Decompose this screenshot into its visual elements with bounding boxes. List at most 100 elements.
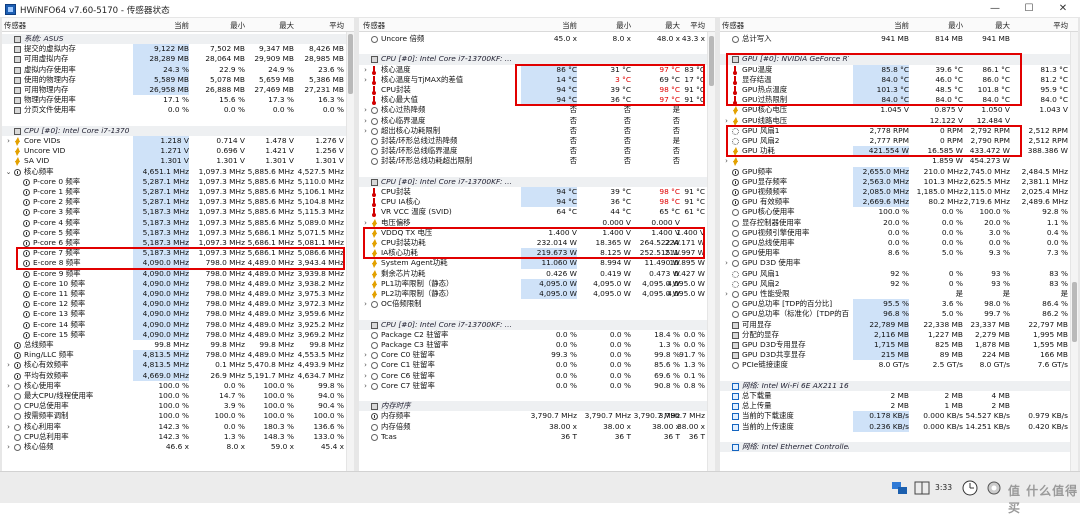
sensor-row[interactable]: GPU 功耗 421.554 W 16.585 W 433.472 W 388.386 … [720,146,1078,157]
expand-chevron-icon[interactable]: › [723,259,730,267]
header-max[interactable]: 最大 [995,20,1010,31]
settings-gear-icon[interactable] [984,479,1004,497]
sensor-row[interactable]: › 核心临界温度 否 否 否 [359,116,715,126]
sensor-row[interactable]: GPU总功率（标准化）[TDP的百分... 96.8 % 5.0 % 99.7 % 86… [720,309,1078,320]
sensor-row[interactable]: 使用的物理内存 5,589 MB 5,078 MB 5,659 MB 5,386 MB [2,74,354,85]
sensor-row[interactable]: E-core 10 频率 4,090.0 MHz 798.0 MHz 4,489.0 … [2,278,354,289]
sensor-row[interactable]: IA核心功耗 219.673 W 8.125 W 252.515 W 211.997 W [359,248,715,259]
sensor-row[interactable]: E-core 12 频率 4,090.0 MHz 798.0 MHz 4,489.0 … [2,299,354,310]
sensor-row[interactable]: E-core 8 频率 4,090.0 MHz 798.0 MHz 4,489.0 M… [2,258,354,269]
header-max[interactable]: 最大 [665,20,680,31]
sensor-row[interactable]: GPU温度 85.8 °C 39.6 °C 86.1 °C 81.3 °C [720,64,1078,75]
sensor-row[interactable]: 可用虚拟内存 28,289 MB 28,064 MB 29,909 MB 28,985 … [2,54,354,65]
sensor-row[interactable]: GPU 风扇2 92 % 0 % 93 % 83 % [720,279,1078,289]
sensor-row[interactable]: › Core C1 驻留率 0.0 % 0.0 % 85.6 % 1.3 % [359,360,715,370]
sensor-row[interactable]: GPU视频频率 2,085.0 MHz 1,185.0 MHz 2,115.0 MHz… [720,187,1078,198]
sensor-row[interactable]: PCIe链接速度 8.0 GT/s 2.5 GT/s 8.0 GT/s 7.6 GT/s [720,360,1078,370]
expand-chevron-icon[interactable]: › [362,351,369,359]
sensor-row[interactable]: 封装/环形总线过热降频 否 否 是 [359,136,715,146]
sensor-row[interactable]: › 核心温度与TjMAX的差值 14 °C 3 °C 69 °C 17 °C [359,74,715,85]
expand-chevron-icon[interactable]: › [362,106,369,114]
expand-chevron-icon[interactable]: › [5,382,12,390]
sensor-row[interactable]: PL1功率限制（静态） 4,095.0 W 4,095.0 W 4,095.0 W 4,… [359,278,715,289]
header-avg[interactable]: 平均 [1053,20,1068,31]
expand-chevron-icon[interactable]: › [362,117,369,125]
sensor-row[interactable]: GPU 风扇1 2,778 RPM 0 RPM 2,792 RPM 2,512 RPM [720,126,1078,136]
sensor-row[interactable]: VDDQ TX 电压 1.400 V 1.400 V 1.400 V 1.400 V [359,228,715,238]
sensor-row[interactable]: Package C3 驻留率 0.0 % 0.0 % 1.3 % 0.0 % [359,340,715,350]
sensor-row[interactable]: GPU 有效频率 2,669.6 MHz 80.2 MHz 2,719.6 MHz 2,… [720,197,1078,208]
sensor-row[interactable]: CPU封装 94 °C 39 °C 98 °C 91 °C [359,85,715,96]
header-avg[interactable]: 平均 [329,20,344,31]
layout-icon[interactable] [912,479,932,497]
sensor-row[interactable]: 剩余芯片功耗 0.426 W 0.419 W 0.473 W 0.427 W [359,269,715,279]
sensor-row[interactable]: › 核心使用率 100.0 % 0.0 % 100.0 % 99.8 % [2,381,354,391]
sensor-row[interactable]: › Core C0 驻留率 99.3 % 0.0 % 99.8 % 91.7 % [359,350,715,360]
sensor-group-header[interactable]: CPU [#0]: Intel Core i7-13700KF: ... [359,319,715,330]
expand-chevron-icon[interactable]: › [5,137,12,145]
sensor-row[interactable]: › 核心倍频 46.6 x 8.0 x 59.0 x 45.4 x [2,442,354,452]
sensor-row[interactable]: GPU核心使用率 100.0 % 0.0 % 100.0 % 92.8 % [720,207,1078,217]
vertical-scrollbar[interactable] [707,32,715,471]
sensor-row[interactable]: 物理内存使用率 17.1 % 15.6 % 17.3 % 16.3 % [2,95,354,105]
header-sensor[interactable]: 传感器 [363,20,385,31]
scrollbar-thumb[interactable] [348,34,353,94]
sensor-row[interactable]: 总线频率 99.8 MHz 99.8 MHz 99.8 MHz 99.8 MHz [2,340,354,350]
sensor-row[interactable]: P-core 1 频率 5,287.1 MHz 1,097.3 MHz 5,885.6… [2,187,354,198]
expand-chevron-icon[interactable]: › [723,157,730,165]
expand-chevron-icon[interactable]: › [362,382,369,390]
sensor-row[interactable]: GPU D3D专用显存 1,715 MB 825 MB 1,878 MB 1,595 M… [720,340,1078,351]
sensor-row[interactable]: 最大CPU/线程使用率 100.0 % 14.7 % 100.0 % 94.0 % [2,391,354,401]
sensor-row[interactable]: 虚拟内存使用率 24.3 % 22.9 % 24.9 % 23.6 % [2,64,354,75]
expand-chevron-icon[interactable]: › [5,443,12,451]
sensor-row[interactable]: P-core 4 频率 5,187.3 MHz 1,097.3 MHz 5,885.6… [2,217,354,228]
expand-chevron-icon[interactable]: › [5,361,12,369]
sensor-row[interactable]: Package C2 驻留率 0.0 % 0.0 % 18.4 % 0.0 % [359,330,715,340]
sensor-row[interactable]: › GPU 性能受限 是 是 是 [720,289,1078,299]
collapse-chevron-icon[interactable]: ⌄ [5,168,12,176]
sensor-group-header[interactable]: CPU [#0]: Intel Core i7-13700KF: ... [359,54,715,65]
header-current[interactable]: 当前 [174,20,189,31]
header-sensor[interactable]: 传感器 [722,20,744,31]
sensor-row[interactable]: P-core 6 频率 5,187.3 MHz 1,097.3 MHz 5,686.1… [2,238,354,249]
sensor-row[interactable]: P-core 7 频率 5,187.3 MHz 1,097.3 MHz 5,686.1… [2,248,354,259]
sensor-row[interactable]: P-core 3 频率 5,187.3 MHz 1,097.3 MHz 5,885.6… [2,207,354,218]
sensor-row[interactable]: 核心最大值 94 °C 36 °C 97 °C 91 °C [359,95,715,106]
expand-chevron-icon[interactable]: › [723,117,730,125]
header-min[interactable]: 最小 [948,20,963,31]
sensor-row[interactable]: Ring/LLC 频率 4,813.5 MHz 798.0 MHz 4,489.0 M… [2,350,354,361]
sensor-row[interactable]: 分页文件使用率 0.0 % 0.0 % 0.0 % 0.0 % [2,105,354,115]
sensor-row[interactable]: CPU总利用率 142.3 % 1.3 % 148.3 % 133.0 % [2,432,354,442]
sensor-row[interactable]: System Agent功耗 11.060 W 8.994 W 11.490 W 10.… [359,258,715,269]
sensor-row[interactable]: › Core C6 驻留率 0.0 % 0.0 % 69.6 % 0.1 % [359,371,715,381]
sensor-row[interactable]: 平均有效频率 4,669.0 MHz 26.9 MHz 5,191.7 MHz 4,63… [2,370,354,381]
sensor-row[interactable]: VR VCC 温度 (SVID) 64 °C 44 °C 65 °C 61 °C [359,207,715,218]
expand-chevron-icon[interactable]: › [723,290,730,298]
sensor-group-header[interactable]: 内存时序 [359,401,715,412]
header-avg[interactable]: 平均 [690,20,705,31]
sensor-row[interactable]: 显存结温 84.0 °C 46.0 °C 86.0 °C 81.2 °C [720,74,1078,85]
sensor-row[interactable]: › OC倍频限制 [359,299,715,309]
sensor-row[interactable]: GPU显存频率 2,563.0 MHz 101.3 MHz 2,625.5 MHz 2,… [720,176,1078,187]
sensor-row[interactable]: › 核心温度 86 °C 31 °C 97 °C 83 °C [359,64,715,75]
sensor-row[interactable]: 当前的下载速度 0.178 KB/s 0.000 KB/s 54.527 KB/s 0.… [720,411,1078,422]
header-current[interactable]: 当前 [562,20,577,31]
sensor-row[interactable]: GPU视频引擎使用率 0.0 % 0.0 % 3.0 % 0.4 % [720,228,1078,238]
sensor-row[interactable]: P-core 2 频率 5,287.1 MHz 1,097.3 MHz 5,885.6… [2,197,354,208]
sensor-row[interactable]: GPU总功率 [TDP的百分比] 95.5 % 3.6 % 98.0 % 86.4 % [720,299,1078,310]
sensor-row[interactable]: 当前的上传速度 0.236 KB/s 0.000 KB/s 14.251 KB/s 0.… [720,421,1078,432]
sensor-row[interactable]: 显存控制器使用率 20.0 % 0.0 % 20.0 % 1.1 % [720,218,1078,228]
header-min[interactable]: 最小 [230,20,245,31]
expand-chevron-icon[interactable]: › [362,361,369,369]
sensor-row[interactable]: › 超出核心功耗限制 否 否 否 [359,126,715,136]
sensor-row[interactable]: GPU频率 2,655.0 MHz 210.0 MHz 2,745.0 MHz 2,48… [720,166,1078,177]
sensor-row[interactable]: E-core 13 频率 4,090.0 MHz 798.0 MHz 4,489.0 … [2,309,354,320]
sensor-row[interactable]: › Core C7 驻留率 0.0 % 0.0 % 90.8 % 0.8 % [359,381,715,391]
clock-icon[interactable] [960,479,980,497]
network-monitor-icon[interactable] [890,479,910,497]
sensor-group-header[interactable]: CPU [#0]: Intel Core i7-13700KF: ... [359,176,715,187]
sensor-row[interactable]: GPU过热限制 84.0 °C 84.0 °C 84.0 °C 84.0 °C [720,95,1078,106]
scrollbar-thumb[interactable] [1072,282,1077,342]
sensor-row[interactable]: › 1.859 W 454.273 W [720,156,1078,167]
header-max[interactable]: 最大 [279,20,294,31]
